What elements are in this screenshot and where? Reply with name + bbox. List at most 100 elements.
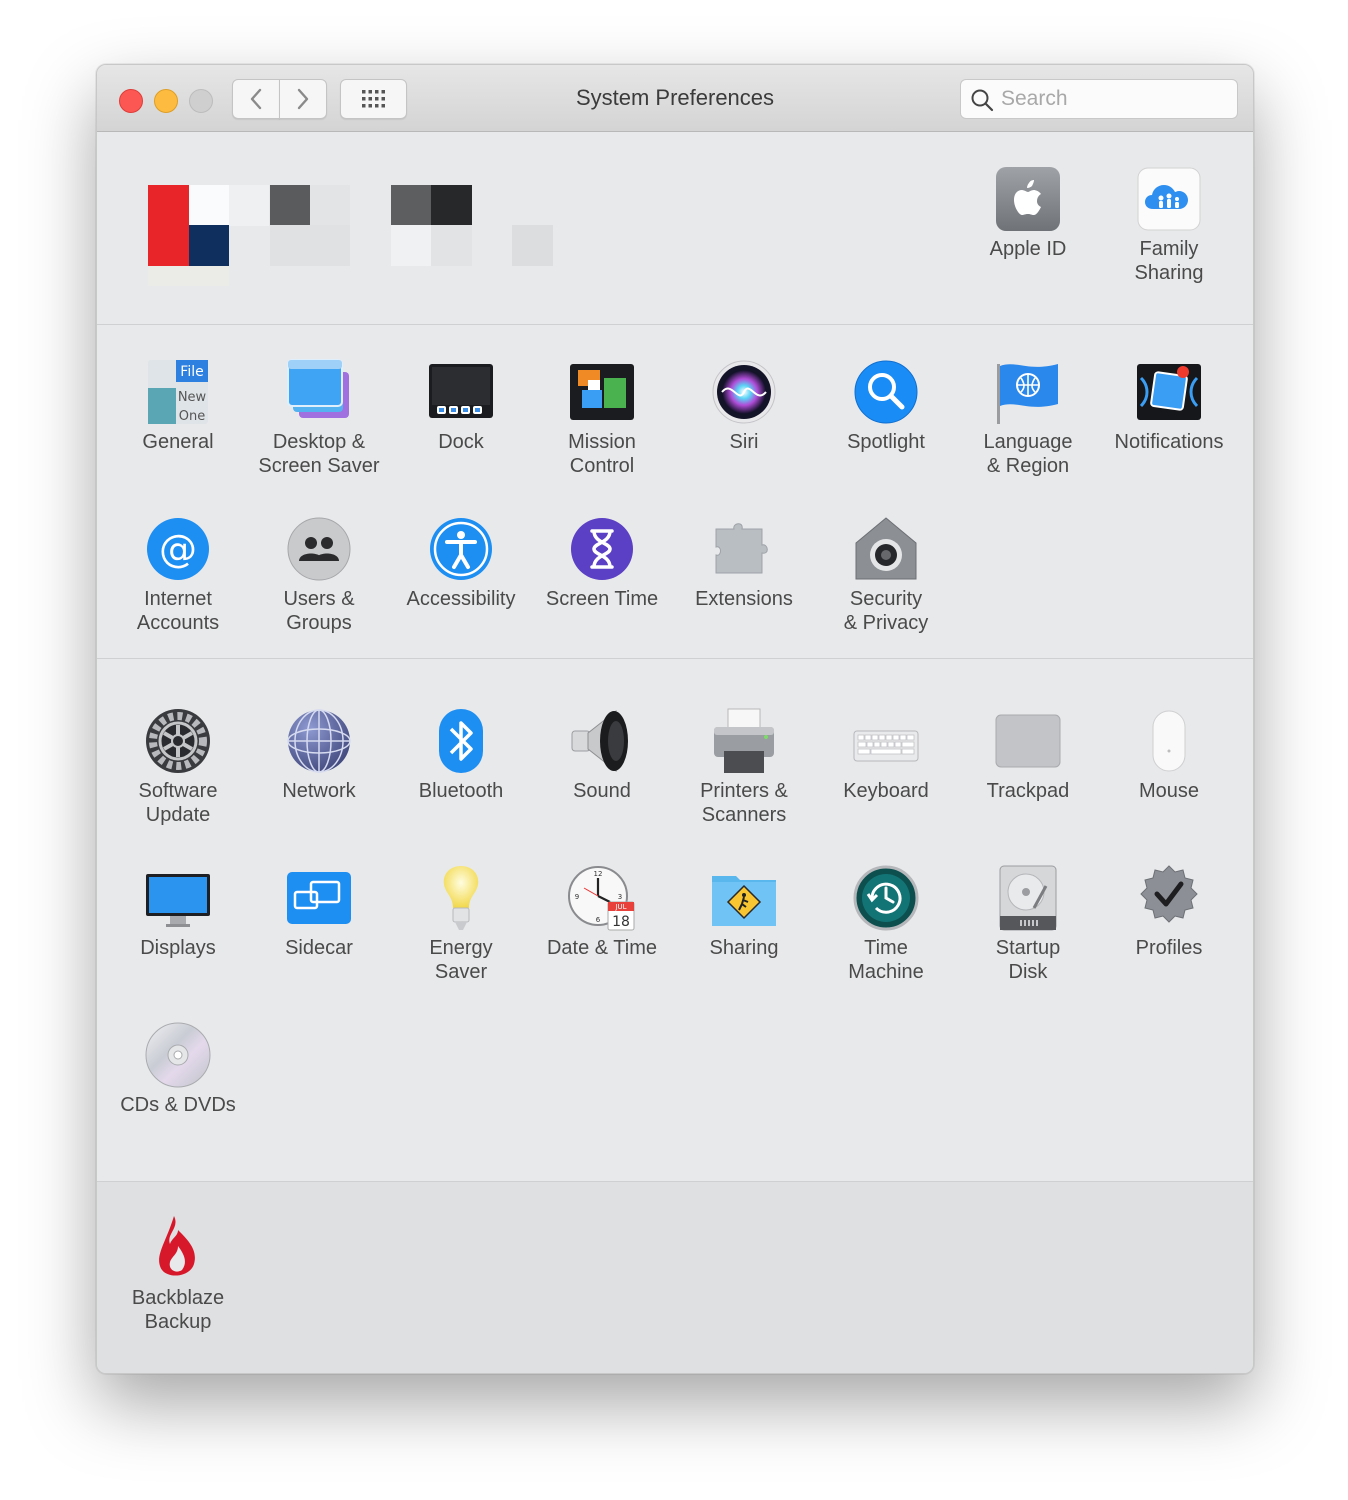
- security-house-icon: [852, 515, 920, 583]
- pane-profiles[interactable]: Profiles: [1098, 864, 1240, 960]
- pane-label: Siri: [729, 431, 759, 453]
- pane-label: Software Update: [138, 780, 218, 826]
- calendar-month: JUL: [614, 903, 626, 911]
- pane-label: Desktop & Screen Saver: [258, 431, 380, 477]
- hourglass-icon: [568, 515, 636, 583]
- pane-notifications[interactable]: Notifications: [1098, 358, 1240, 454]
- dock-icon: [427, 358, 495, 426]
- pane-general[interactable]: File New One General: [107, 358, 249, 454]
- pane-sound[interactable]: Sound: [531, 707, 673, 803]
- pane-label: Family Sharing: [1134, 238, 1204, 284]
- pane-apple-id[interactable]: Apple ID: [957, 165, 1099, 261]
- pane-software-update[interactable]: Software Update: [107, 707, 249, 827]
- system-preferences-window: System Preferences Search Apple ID Famil…: [96, 64, 1254, 1374]
- pane-label: Backblaze Backup: [131, 1287, 225, 1333]
- pane-label: CDs & DVDs: [120, 1094, 236, 1116]
- pane-spotlight[interactable]: Spotlight: [815, 358, 957, 454]
- pane-network[interactable]: Network: [248, 707, 390, 803]
- search-placeholder: Search: [1001, 87, 1068, 110]
- pane-sharing[interactable]: Sharing: [673, 864, 815, 960]
- pane-time-machine[interactable]: Time Machine: [815, 864, 957, 984]
- pane-label: Dock: [438, 431, 484, 453]
- pane-internet-accounts[interactable]: @ Internet Accounts: [107, 515, 249, 635]
- pane-label: Date & Time: [546, 937, 658, 959]
- profiles-badge-icon: [1135, 864, 1203, 932]
- pane-label: Screen Time: [545, 588, 659, 610]
- users-icon: [285, 515, 353, 583]
- pane-label: Startup Disk: [995, 937, 1061, 983]
- pane-printers-scanners[interactable]: Printers & Scanners: [673, 707, 815, 827]
- svg-text:6: 6: [596, 916, 601, 924]
- pane-trackpad[interactable]: Trackpad: [957, 707, 1099, 803]
- svg-text:One: One: [179, 409, 205, 424]
- search-field[interactable]: Search: [960, 79, 1238, 119]
- pane-label: Mouse: [1138, 780, 1200, 802]
- pane-label: Spotlight: [847, 431, 925, 453]
- gear-icon: [144, 707, 212, 775]
- pane-energy-saver[interactable]: Energy Saver: [390, 864, 532, 984]
- siri-icon: [710, 358, 778, 426]
- search-icon: [971, 89, 994, 112]
- pane-displays[interactable]: Displays: [107, 864, 249, 960]
- pane-label: Notifications: [1114, 431, 1224, 453]
- pane-label: Internet Accounts: [136, 588, 220, 634]
- pane-sidecar[interactable]: Sidecar: [248, 864, 390, 960]
- sharing-folder-icon: [710, 864, 778, 932]
- language-flag-icon: [994, 358, 1062, 426]
- pane-mouse[interactable]: Mouse: [1098, 707, 1240, 803]
- pane-label: Printers & Scanners: [700, 780, 788, 826]
- pane-label: Accessibility: [406, 588, 516, 610]
- bluetooth-icon: [427, 707, 495, 775]
- pane-desktop-screen-saver[interactable]: Desktop & Screen Saver: [248, 358, 390, 478]
- backblaze-flame-icon: [144, 1214, 212, 1282]
- section-divider: [97, 324, 1253, 325]
- puzzle-icon: [710, 515, 778, 583]
- pane-label: Security & Privacy: [843, 588, 929, 634]
- pane-label: Profiles: [1135, 937, 1203, 959]
- pane-label: General: [142, 431, 214, 453]
- pane-startup-disk[interactable]: Startup Disk: [957, 864, 1099, 984]
- speaker-icon: [568, 707, 636, 775]
- general-icon: File New One: [144, 358, 212, 426]
- pane-extensions[interactable]: Extensions: [673, 515, 815, 611]
- svg-text:File: File: [180, 364, 203, 380]
- pane-label: Mission Control: [568, 431, 636, 477]
- pane-date-time[interactable]: 12 3 6 9 JUL 18 Date & Time: [531, 864, 673, 960]
- pane-label: Sharing: [709, 937, 779, 959]
- svg-text:12: 12: [594, 870, 603, 878]
- svg-text:3: 3: [618, 893, 622, 901]
- svg-text:9: 9: [575, 893, 579, 901]
- pane-label: Time Machine: [848, 937, 924, 983]
- disc-icon: [144, 1021, 212, 1089]
- pane-label: Trackpad: [986, 780, 1070, 802]
- time-machine-icon: [852, 864, 920, 932]
- svg-text:New: New: [178, 390, 207, 405]
- svg-text:@: @: [159, 527, 197, 571]
- printer-icon: [710, 707, 778, 775]
- pane-language-region[interactable]: Language & Region: [957, 358, 1099, 478]
- pane-cds-dvds[interactable]: CDs & DVDs: [107, 1021, 249, 1117]
- pane-security-privacy[interactable]: Security & Privacy: [815, 515, 957, 635]
- lightbulb-icon: [427, 864, 495, 932]
- pane-accessibility[interactable]: Accessibility: [390, 515, 532, 611]
- pane-family-sharing[interactable]: Family Sharing: [1098, 165, 1240, 285]
- pane-label: Energy Saver: [429, 937, 493, 983]
- hard-disk-icon: [994, 864, 1062, 932]
- pane-label: Users & Groups: [283, 588, 355, 634]
- pane-backblaze-backup[interactable]: Backblaze Backup: [107, 1214, 249, 1334]
- pane-keyboard[interactable]: Keyboard: [815, 707, 957, 803]
- accessibility-icon: [427, 515, 495, 583]
- pane-dock[interactable]: Dock: [390, 358, 532, 454]
- pane-bluetooth[interactable]: Bluetooth: [390, 707, 532, 803]
- display-icon: [144, 864, 212, 932]
- mouse-icon: [1135, 707, 1203, 775]
- pane-screen-time[interactable]: Screen Time: [531, 515, 673, 611]
- pane-mission-control[interactable]: Mission Control: [531, 358, 673, 478]
- other-section: Backblaze Backup: [97, 1182, 1253, 1373]
- clock-icon: 12 3 6 9 JUL 18: [568, 864, 636, 932]
- keyboard-icon: [852, 707, 920, 775]
- pane-label: Bluetooth: [418, 780, 504, 802]
- account-section: Apple ID Family Sharing: [97, 132, 1253, 324]
- pane-users-groups[interactable]: Users & Groups: [248, 515, 390, 635]
- pane-siri[interactable]: Siri: [673, 358, 815, 454]
